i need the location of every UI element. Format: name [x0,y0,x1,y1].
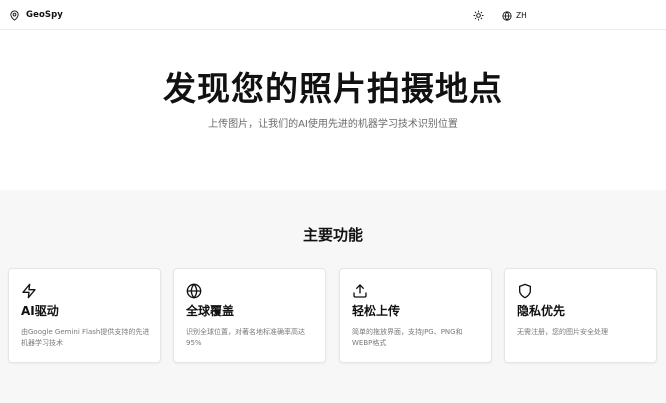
sun-icon [473,6,484,25]
language-switch-button[interactable]: ZH [502,8,527,22]
feature-card-title: AI驱动 [21,304,59,318]
feature-card-description: 简单的拖放界面，支持JPG、PNG和WEBP格式 [352,328,463,347]
hero-subtitle: 上传图片，让我们的AI使用先进的机器学习技术识别位置 [208,119,458,130]
theme-toggle-button[interactable] [472,9,485,22]
brand-name: GeoSpy [26,10,63,20]
language-label: ZH [516,10,527,20]
feature-card-description: 识别全球位置，对著名地标准确率高达95% [186,328,305,347]
globe-icon [502,6,512,25]
feature-card-title: 轻松上传 [352,304,401,318]
features-section: 主要功能 AI驱动 由Google Gemini Flash提供支持的先进机器学… [0,190,666,403]
feature-card-title: 隐私优先 [517,304,566,318]
feature-card-title: 全球覆盖 [186,304,235,318]
page-title: 发现您的照片拍摄地点 [163,69,503,108]
globe-icon [186,283,202,299]
shield-icon [517,283,533,299]
feature-card-ai: AI驱动 由Google Gemini Flash提供支持的先进机器学习技术 [8,268,161,363]
zap-icon [21,283,37,299]
upload-icon [352,283,368,299]
hero-section: 发现您的照片拍摄地点 上传图片，让我们的AI使用先进的机器学习技术识别位置 [0,31,666,190]
feature-card-upload: 轻松上传 简单的拖放界面，支持JPG、PNG和WEBP格式 [339,268,492,363]
feature-card-description: 无需注册，您的图片安全处理 [517,328,608,336]
feature-card-privacy: 隐私优先 无需注册，您的图片安全处理 [504,268,657,363]
feature-card-description: 由Google Gemini Flash提供支持的先进机器学习技术 [21,328,150,347]
map-pin-icon [9,6,20,25]
features-title: 主要功能 [302,226,363,244]
top-navbar: GeoSpy ZH [0,0,666,30]
brand-link[interactable]: GeoSpy [9,8,63,22]
feature-card-global: 全球覆盖 识别全球位置，对著名地标准确率高达95% [173,268,326,363]
